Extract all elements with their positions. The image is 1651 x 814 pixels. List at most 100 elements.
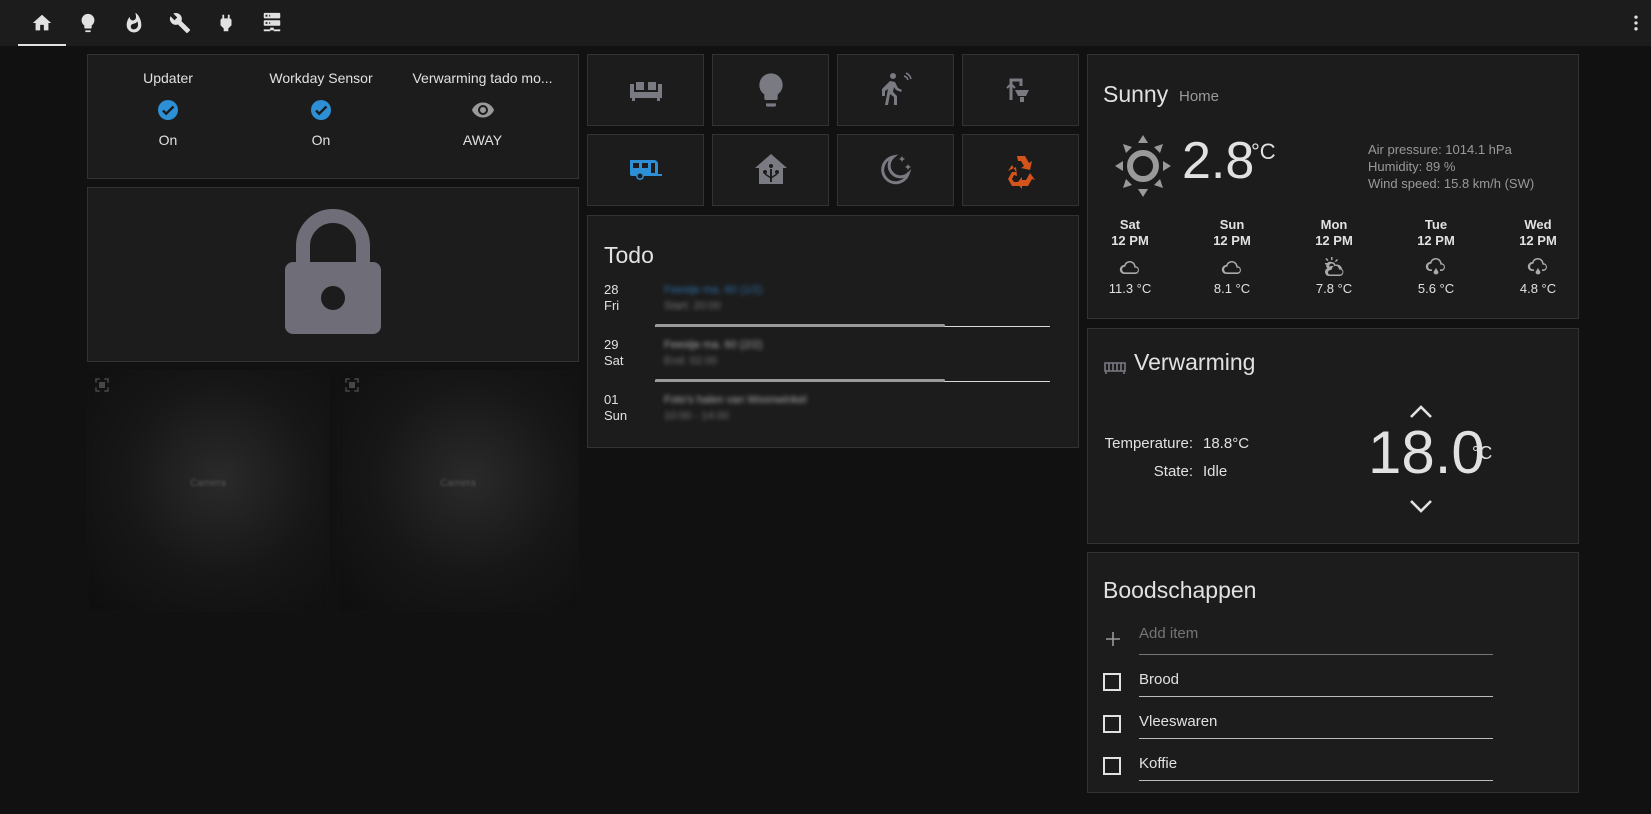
outdoor-lamp-icon [1005, 78, 1029, 102]
camera-feed[interactable]: Camera [87, 370, 329, 612]
partly-cloudy-icon [1322, 255, 1346, 279]
rainy-icon [1424, 255, 1448, 279]
fire-icon [126, 12, 142, 33]
add-item-input[interactable] [1139, 625, 1489, 642]
camera-label: Camera [190, 478, 226, 489]
divider [655, 324, 1050, 327]
divider [1139, 780, 1493, 781]
camera-label: Camera [440, 478, 476, 489]
temperature-label: Temperature: [1104, 435, 1193, 452]
forecast-item: Tue 12 PM 5.6 °C [1417, 217, 1455, 296]
home-icon [32, 14, 52, 31]
checkbox[interactable] [1103, 757, 1121, 775]
card-title: Boodschappen [1103, 577, 1257, 603]
glance-name: Workday Sensor [269, 70, 373, 86]
weather-temperature: 2.8 [1182, 132, 1255, 190]
dots-vertical-icon [1634, 15, 1638, 31]
tab-power[interactable] [202, 0, 250, 46]
button-sofa[interactable] [587, 54, 704, 126]
tab-lights[interactable] [64, 0, 112, 46]
item-label: Brood [1139, 671, 1180, 688]
tab-tools[interactable] [156, 0, 204, 46]
forecast-item: Mon 12 PM 7.8 °C [1315, 217, 1353, 296]
list-item[interactable]: 28 Fri Feestje ma. 60 (1/2) Start: 20:00 [604, 282, 1044, 326]
eye-icon [471, 98, 495, 122]
todo-event: Feestje ma. 60 (1/2) Start: 20:00 [664, 284, 763, 312]
button-light[interactable] [712, 54, 829, 126]
divider [655, 379, 1050, 382]
card-title: Verwarming [1134, 349, 1256, 375]
weather-humidity: Humidity: 89 % [1368, 159, 1456, 174]
list-item[interactable]: Vleeswaren [1103, 705, 1493, 739]
button-outdoor-lamp[interactable] [962, 54, 1079, 126]
forecast-item: Wed 12 PM 4.8 °C [1519, 217, 1557, 296]
glance-state: AWAY [462, 132, 503, 148]
lightbulb-icon [81, 13, 95, 33]
lock-card[interactable] [87, 187, 579, 362]
cloudy-icon [1220, 255, 1244, 279]
caravan-icon [629, 160, 662, 180]
glance-name: Verwarming tado mo... [412, 70, 553, 86]
wrench-icon [169, 13, 191, 34]
button-motion[interactable] [837, 54, 954, 126]
check-circle-icon [156, 98, 180, 122]
todo-event: Feestje ma. 60 (2/2) End: 02:00 [664, 339, 763, 367]
tab-server[interactable] [248, 0, 296, 46]
fullscreen-icon[interactable] [93, 376, 111, 394]
weather-sunny-icon [1115, 135, 1171, 197]
power-plug-icon [220, 14, 232, 32]
list-item[interactable]: Koffie [1103, 747, 1493, 781]
top-toolbar [0, 0, 1651, 46]
button-caravan[interactable] [587, 134, 704, 206]
state-value: Idle [1203, 463, 1228, 480]
todo-date: 28 Fri [604, 282, 620, 313]
glance-name: Updater [143, 70, 193, 86]
tab-home[interactable] [18, 0, 66, 46]
temperature-value: 18.8°C [1203, 435, 1250, 452]
item-label: Koffie [1139, 755, 1178, 772]
todo-date: 29 Sat [604, 337, 624, 368]
list-item[interactable]: 29 Sat Feestje ma. 60 (2/2) End: 02:00 [604, 337, 1044, 381]
fullscreen-icon[interactable] [343, 376, 361, 394]
glance-item-updater[interactable]: Updater On [93, 55, 243, 148]
checkbox[interactable] [1103, 673, 1121, 691]
chevron-up-icon[interactable] [1409, 403, 1433, 419]
forecast-item: Sun 12 PM 8.1 °C [1213, 217, 1251, 296]
radiator-icon [1104, 362, 1126, 374]
chevron-down-icon[interactable] [1409, 499, 1433, 515]
divider [1139, 696, 1493, 697]
tab-heating[interactable] [110, 0, 158, 46]
weather-card[interactable]: Sunny Home 2.8 °C Air pressure: 1014.1 h… [1087, 54, 1579, 319]
state-label: State: [1153, 463, 1193, 480]
button-night[interactable] [837, 134, 954, 206]
plus-icon[interactable] [1105, 631, 1121, 647]
button-home-automation[interactable] [712, 134, 829, 206]
weather-pressure: Air pressure: 1014.1 hPa [1368, 142, 1512, 157]
camera-image [87, 370, 329, 612]
overflow-menu-button[interactable] [1621, 0, 1651, 46]
divider [1139, 738, 1493, 739]
checkbox[interactable] [1103, 715, 1121, 733]
todo-date: 01 Sun [604, 392, 628, 423]
divider [1139, 654, 1493, 655]
sofa-icon [629, 82, 662, 101]
glance-item-workday[interactable]: Workday Sensor On [246, 55, 396, 148]
motion-sensor-icon [881, 72, 912, 105]
recycle-icon [1007, 156, 1035, 189]
weather-unit: °C [1251, 139, 1276, 164]
camera-feed[interactable]: Camera [337, 370, 579, 612]
list-item[interactable]: 01 Sun Foto's halen van Woonwinkel 10:00 -… [604, 392, 1044, 436]
thermostat-card: Verwarming Temperature: 18.8°C State: Id… [1087, 328, 1579, 544]
lock-icon [285, 209, 381, 334]
glance-item-tado[interactable]: Verwarming tado mo... AWAY [410, 55, 555, 148]
todo-event: Foto's halen van Woonwinkel 10:00 - 14:00 [664, 394, 807, 422]
weather-location: Home [1179, 88, 1220, 105]
camera-image [337, 370, 579, 612]
home-automation-icon [754, 154, 787, 184]
cloudy-icon [1118, 255, 1142, 279]
button-recycle[interactable] [962, 134, 1079, 206]
list-item[interactable]: Brood [1103, 663, 1493, 697]
add-item-row[interactable] [1103, 621, 1493, 655]
rainy-icon [1526, 255, 1550, 279]
glance-state: On [311, 132, 331, 148]
